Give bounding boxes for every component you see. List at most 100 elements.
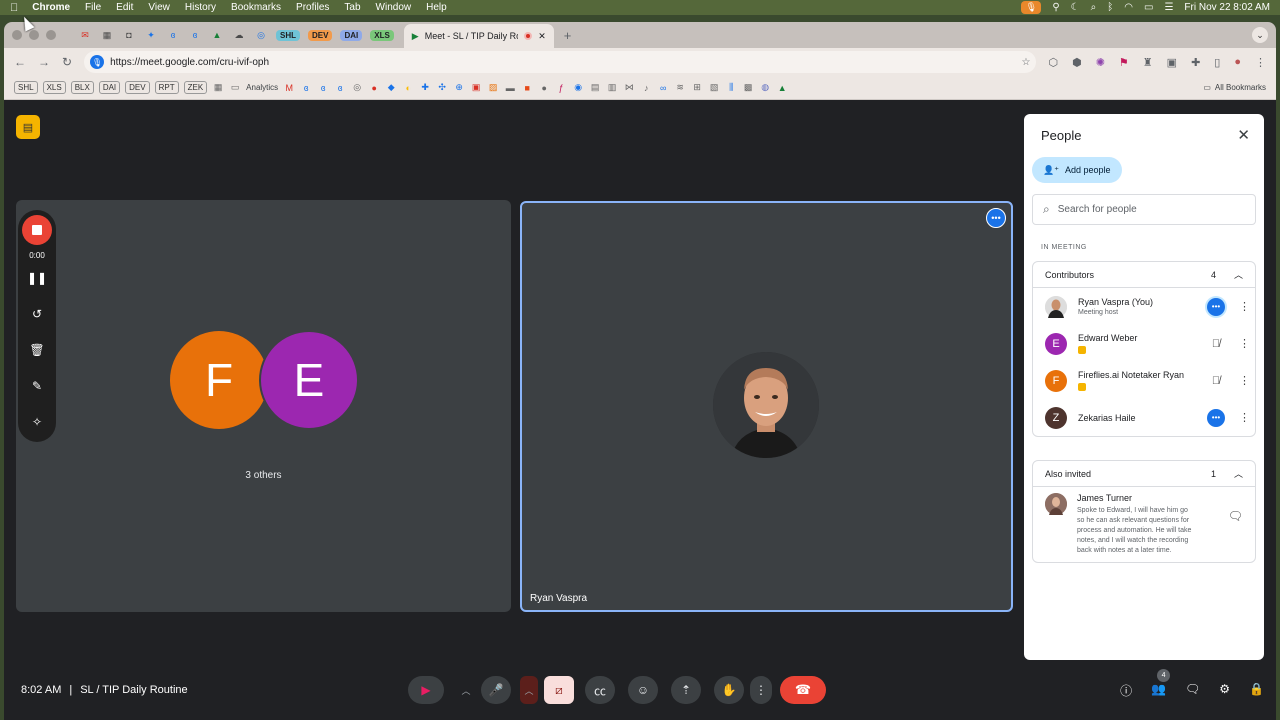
tab-meet[interactable]: ▶ Meet - SL / TIP Daily Rou ✕ xyxy=(403,24,554,48)
bookmark-icon-3[interactable]: ɞ xyxy=(334,82,346,94)
bookmark-icon-18[interactable]: ▥ xyxy=(606,82,618,94)
bookmark-icon-16[interactable]: ◉ xyxy=(572,82,584,94)
bookmark-icon-10[interactable]: ⊕ xyxy=(453,82,465,94)
activities-icon[interactable]: ⚙ xyxy=(1219,682,1230,699)
chrome-menu-icon[interactable]: ⋮ xyxy=(1255,56,1266,69)
search-people-input[interactable]: ⌕ Search for people xyxy=(1032,194,1256,225)
raise-hand-button[interactable]: ✋ xyxy=(714,676,744,704)
bookmark-rpt[interactable]: RPT xyxy=(154,81,179,94)
control-center-icon[interactable]: ☰ xyxy=(1164,2,1173,13)
contributors-header[interactable]: Contributors 4 ︿ xyxy=(1033,262,1255,288)
speaker-tile[interactable]: ••• Ryan Vaspra xyxy=(520,201,1013,612)
bookmark-icon-5[interactable]: ● xyxy=(368,82,380,94)
menu-window[interactable]: Window xyxy=(376,2,412,13)
bookmark-icon-19[interactable]: ⋈ xyxy=(623,82,635,94)
bookmark-icon-22[interactable]: ▧ xyxy=(708,82,720,94)
chevron-up-icon[interactable]: ︿ xyxy=(1234,268,1243,281)
bookmark-icon-2[interactable]: ɞ xyxy=(317,82,329,94)
bookmark-xls[interactable]: XLS xyxy=(42,81,66,94)
extension-icon-4[interactable]: ⚑ xyxy=(1119,56,1129,69)
bookmark-icon-21[interactable]: ⊞ xyxy=(691,82,703,94)
more-options-icon[interactable]: ⋮ xyxy=(1239,300,1250,313)
bookmark-icon-14[interactable]: ■ xyxy=(521,82,533,94)
message-icon[interactable]: 🗨 xyxy=(1228,509,1243,556)
url-text[interactable]: https://meet.google.com/cru-ivif-oph xyxy=(110,57,269,68)
audio-options-chevron-icon[interactable]: ︿ xyxy=(457,676,475,704)
host-controls-icon[interactable]: ▤ xyxy=(16,115,40,139)
menu-app[interactable]: Chrome xyxy=(32,2,70,13)
bookmark-folder-analytics[interactable]: Analytics xyxy=(246,83,278,92)
menu-bookmarks[interactable]: Bookmarks xyxy=(231,2,281,13)
captions-button[interactable]: ㏄ xyxy=(585,676,615,704)
more-options-icon[interactable]: ⋮ xyxy=(1239,337,1250,350)
bookmark-dai[interactable]: DAI xyxy=(98,81,121,94)
profile-avatar[interactable]: ● xyxy=(1234,56,1241,69)
bookmark-icon-26[interactable]: ▲ xyxy=(776,82,788,94)
tab-group-dev[interactable]: DEV xyxy=(308,29,333,41)
github-icon[interactable]: ● xyxy=(538,82,550,94)
tile-options-button[interactable]: ••• xyxy=(986,208,1006,228)
effects-icon[interactable]: ✧ xyxy=(32,404,42,440)
fireflies-button[interactable]: ▶ xyxy=(408,676,444,704)
search-icon[interactable]: ⌕ xyxy=(1091,2,1097,13)
tiktok-icon[interactable]: ♪ xyxy=(640,82,652,94)
all-bookmarks[interactable]: ▭ All Bookmarks xyxy=(1203,83,1266,92)
bookmark-star-icon[interactable]: ☆ xyxy=(1022,57,1031,68)
address-bar[interactable]: 🎙 https://meet.google.com/cru-ivif-oph ☆ xyxy=(84,51,1037,73)
tab-group-xls[interactable]: XLS xyxy=(370,29,394,41)
bookmark-blx[interactable]: BLX xyxy=(70,81,94,94)
pen-icon[interactable]: ✎ xyxy=(32,368,42,404)
close-icon[interactable]: ✕ xyxy=(1237,126,1250,144)
menu-profiles[interactable]: Profiles xyxy=(296,2,329,13)
bookmark-icon-12[interactable]: ▨ xyxy=(487,82,499,94)
bookmark-icon-11[interactable]: ▣ xyxy=(470,82,482,94)
extension-icon-2[interactable]: ⬢ xyxy=(1072,56,1082,69)
bookmark-icon-24[interactable]: ▩ xyxy=(742,82,754,94)
tab-icon-b[interactable]: ɞ xyxy=(184,25,206,45)
bookmark-icon-20[interactable]: ≋ xyxy=(674,82,686,94)
tab-icon-a[interactable]: ɞ xyxy=(162,25,184,45)
extension-icon-6[interactable]: ▣ xyxy=(1167,56,1177,69)
app-tab-icon[interactable]: ◘ xyxy=(118,25,140,45)
site-mic-icon[interactable]: 🎙 xyxy=(90,55,105,69)
bookmark-dev[interactable]: DEV xyxy=(125,81,150,94)
chevron-up-icon[interactable]: ︿ xyxy=(1234,467,1243,480)
drive-tab-icon[interactable]: ▲ xyxy=(206,25,228,45)
info-icon[interactable]: ⓘ xyxy=(1120,682,1132,699)
new-tab-button[interactable]: + xyxy=(564,28,572,43)
pause-icon[interactable]: ❚❚ xyxy=(27,260,47,296)
apps-grid-icon[interactable]: ▦ xyxy=(212,82,224,94)
bookmark-icon-4[interactable]: ◎ xyxy=(351,82,363,94)
bookmark-icon-23[interactable]: ⫼ xyxy=(725,82,737,94)
others-tile[interactable]: F E 3 others xyxy=(16,200,511,612)
invited-header[interactable]: Also invited 1 ︿ xyxy=(1033,461,1255,487)
bluetooth-icon[interactable]: ᛒ xyxy=(1107,2,1113,13)
menu-edit[interactable]: Edit xyxy=(116,2,133,13)
gmail-tab-icon[interactable]: ✉ xyxy=(74,25,96,45)
battery-icon[interactable]: ▭ xyxy=(1144,2,1153,13)
bookmark-zek[interactable]: ZEK xyxy=(183,81,208,94)
menu-history[interactable]: History xyxy=(185,2,216,13)
more-options-icon[interactable]: ⋮ xyxy=(1239,411,1250,424)
menu-help[interactable]: Help xyxy=(426,2,447,13)
stop-recording-button[interactable] xyxy=(22,215,52,245)
menu-file[interactable]: File xyxy=(85,2,101,13)
sidebar-icon[interactable]: ▯ xyxy=(1214,56,1220,69)
bookmark-shl[interactable]: SHL xyxy=(14,81,38,94)
bookmark-gmail-icon[interactable]: M xyxy=(283,82,295,94)
host-controls-lock-icon[interactable]: 🔒 xyxy=(1249,682,1264,699)
menubar-clock[interactable]: Fri Nov 22 8:02 AM xyxy=(1184,2,1270,13)
location-icon[interactable]: ⚲ xyxy=(1052,2,1059,13)
video-options-chevron-icon[interactable]: ︿ xyxy=(520,676,538,704)
bookmark-icon-13[interactable]: ▬ xyxy=(504,82,516,94)
sync-tab-icon[interactable]: ◎ xyxy=(250,25,272,45)
bookmark-icon-8[interactable]: ✚ xyxy=(419,82,431,94)
bookmark-icon-17[interactable]: ▤ xyxy=(589,82,601,94)
menu-tab[interactable]: Tab xyxy=(344,2,360,13)
tab-group-shl[interactable]: SHL xyxy=(276,29,300,41)
forward-icon[interactable]: → xyxy=(38,55,50,69)
mic-active-icon[interactable]: 🎙 xyxy=(1021,1,1042,14)
meta-icon[interactable]: ∞ xyxy=(657,82,669,94)
extensions-puzzle-icon[interactable]: ✚ xyxy=(1191,56,1200,69)
people-button[interactable]: 4 👥 xyxy=(1151,669,1171,699)
